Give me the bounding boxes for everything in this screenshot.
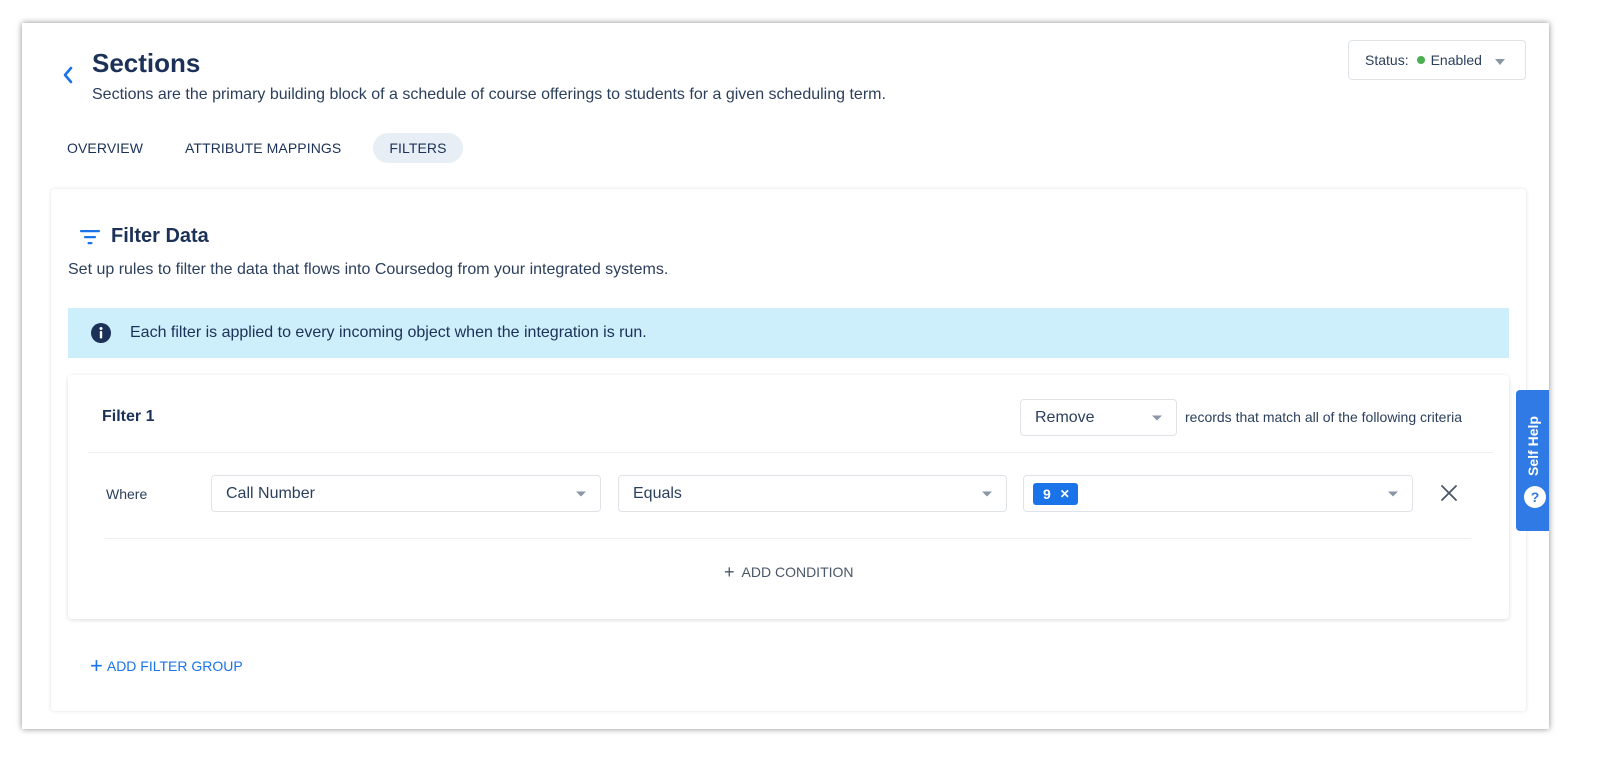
info-banner: Each filter is applied to every incoming… [68, 308, 1509, 358]
filter-icon [80, 229, 100, 244]
value-tag-label: 9 [1043, 485, 1051, 502]
tag-remove-icon[interactable]: ✕ [1060, 487, 1070, 501]
criteria-text: records that match all of the following … [1185, 409, 1463, 425]
info-icon [91, 323, 111, 343]
add-filter-group-label: ADD FILTER GROUP [106, 658, 243, 674]
filter-action-value: Remove [1035, 408, 1095, 426]
field-select[interactable]: Call Number [211, 475, 601, 512]
filter-data-header: Filter Data [79, 225, 209, 248]
status-label: Status: [1365, 52, 1409, 68]
filter-data-description: Set up rules to filter the data that flo… [68, 261, 669, 278]
divider [105, 538, 1471, 539]
tab-filters[interactable]: FILTERS [373, 133, 463, 163]
status-dot-icon [1416, 56, 1425, 64]
operator-select-value: Equals [633, 484, 682, 502]
where-label: Where [106, 486, 148, 502]
close-icon [1441, 485, 1457, 501]
tab-attribute-mappings[interactable]: ATTRIBUTE MAPPINGS [175, 133, 351, 163]
plus-icon: + [724, 562, 735, 582]
self-help-button[interactable]: Self Help ? [1516, 390, 1549, 531]
back-button[interactable] [58, 63, 78, 87]
chevron-down-icon [1152, 415, 1162, 420]
status-dropdown[interactable]: Status: Enabled [1348, 40, 1526, 80]
divider [88, 452, 1493, 453]
integration-window: Sections Sections are the primary buildi… [22, 23, 1549, 729]
value-multiselect[interactable]: 9 ✕ [1023, 475, 1413, 512]
add-filter-group-button[interactable]: + ADD FILTER GROUP [90, 655, 243, 677]
filter-data-card: Filter Data Set up rules to filter the d… [51, 189, 1526, 711]
chevron-down-icon [982, 491, 992, 496]
add-condition-label: ADD CONDITION [741, 564, 854, 580]
page-subtitle: Sections are the primary building block … [92, 86, 886, 103]
page-title: Sections [92, 48, 201, 78]
info-text: Each filter is applied to every incoming… [130, 324, 647, 341]
filter-action-select[interactable]: Remove [1020, 399, 1177, 436]
add-condition-button[interactable]: + ADD CONDITION [724, 563, 854, 581]
tab-bar: OVERVIEW ATTRIBUTE MAPPINGS FILTERS [57, 133, 485, 163]
value-tag: 9 ✕ [1033, 482, 1078, 505]
chevron-left-icon [63, 66, 73, 84]
filter-group: Filter 1 Remove records that match all o… [68, 375, 1509, 619]
operator-select[interactable]: Equals [618, 475, 1007, 512]
tab-overview[interactable]: OVERVIEW [57, 133, 153, 163]
chevron-down-icon [1494, 52, 1505, 68]
status-value: Enabled [1430, 52, 1482, 68]
filter-data-title: Filter Data [111, 225, 209, 247]
filter-group-title: Filter 1 [102, 408, 155, 425]
chevron-down-icon [1388, 491, 1398, 496]
plus-icon: + [90, 653, 103, 678]
chevron-down-icon [576, 491, 586, 496]
remove-condition-button[interactable] [1439, 483, 1459, 503]
question-chat-icon: ? [1524, 486, 1546, 508]
field-select-value: Call Number [226, 484, 315, 502]
self-help-label: Self Help [1524, 416, 1541, 476]
